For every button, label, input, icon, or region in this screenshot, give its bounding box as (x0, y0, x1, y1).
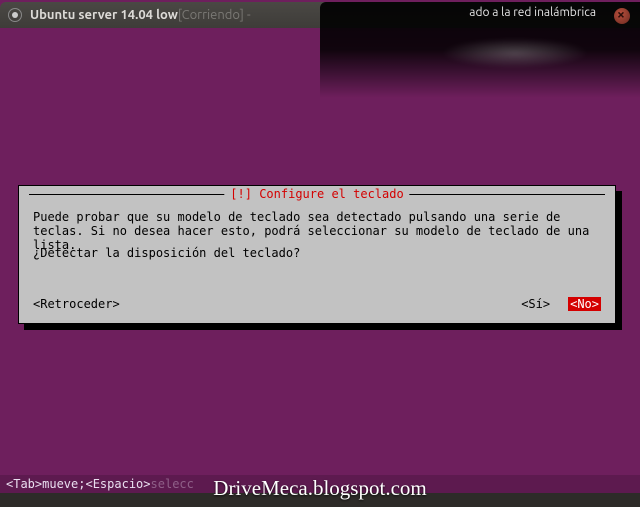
hint-space-action: selecc (151, 477, 194, 491)
no-button[interactable]: <No> (568, 297, 601, 311)
dialog-button-row: <Retroceder> <Sí> <No> (33, 297, 601, 311)
close-icon[interactable] (614, 8, 630, 24)
configure-keyboard-dialog: [!] Configure el teclado Puede probar qu… (18, 185, 616, 324)
back-button[interactable]: <Retroceder> (33, 297, 120, 311)
installer-statusbar: <Tab> mueve; <Espacio> selecc (0, 475, 640, 493)
window-title-state: [Corriendo] - (178, 8, 251, 22)
notification-text: ado a la red inalámbrica (469, 6, 596, 19)
hint-space-key: <Espacio> (85, 477, 150, 491)
notification-fragment: ado a la red inalámbrica (320, 2, 640, 98)
dialog-title: [!] Configure el teclado (224, 187, 409, 201)
vm-bottom-chrome (0, 493, 640, 507)
hint-tab-key: <Tab> (6, 477, 42, 491)
yes-button[interactable]: <Sí> (521, 297, 550, 311)
installer-dialog-wrap: [!] Configure el teclado Puede probar qu… (18, 185, 622, 330)
hint-tab-action: mueve; (42, 477, 85, 491)
window-title: Ubuntu server 14.04 low (30, 8, 178, 22)
window-menu-icon[interactable] (8, 8, 22, 22)
dialog-question: ¿Detectar la disposición del teclado? (33, 246, 300, 260)
vm-screen: Ubuntu server 14.04 low [Corriendo] - ad… (0, 0, 640, 507)
decorative-glow (440, 38, 590, 68)
